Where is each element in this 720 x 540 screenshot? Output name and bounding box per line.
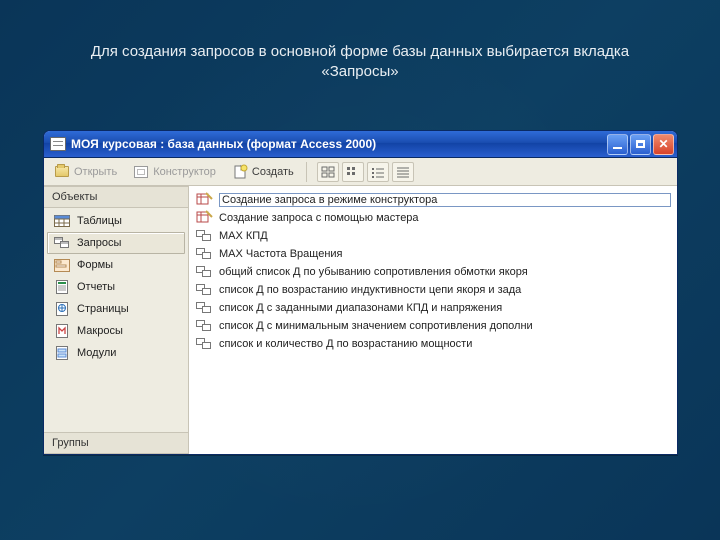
list-item[interactable]: список Д с минимальным значением сопроти… — [195, 317, 671, 335]
list-item[interactable]: MAX КПД — [195, 227, 671, 245]
list-item[interactable]: MAX Частота Вращения — [195, 245, 671, 263]
view-small-icons-button[interactable] — [342, 162, 364, 182]
sidebar-item-label: Страницы — [77, 303, 129, 315]
list-item-label: MAX КПД — [219, 230, 671, 242]
page-icon — [54, 302, 70, 316]
view-details-button[interactable] — [392, 162, 414, 182]
query-list: Создание запроса в режиме конструктора С… — [189, 186, 677, 454]
query-item-icon — [195, 336, 213, 352]
create-label: Создать — [252, 166, 294, 178]
slide-caption: Для создания запросов в основной форме б… — [0, 0, 720, 83]
create-button[interactable]: Создать — [228, 162, 298, 182]
query-item-icon — [195, 282, 213, 298]
query-icon — [54, 236, 70, 250]
minimize-button[interactable] — [607, 134, 628, 155]
design-icon — [134, 166, 148, 178]
database-window: МОЯ курсовая : база данных (формат Acces… — [43, 130, 678, 455]
sidebar-item-label: Модули — [77, 347, 116, 359]
query-item-icon — [195, 228, 213, 244]
objects-sidebar: Объекты Таблицы Запросы Формы Отчеты — [44, 186, 189, 454]
list-item[interactable]: список и количество Д по возрастанию мощ… — [195, 335, 671, 353]
list-item-label: MAX Частота Вращения — [219, 248, 671, 260]
open-label: Открыть — [74, 166, 117, 178]
open-button: Открыть — [50, 162, 121, 182]
sidebar-item-label: Запросы — [77, 237, 121, 249]
list-item-label: список Д с минимальным значением сопроти… — [219, 320, 671, 332]
wizard-create-icon — [195, 210, 213, 226]
list-item[interactable]: список Д по возрастанию индуктивности це… — [195, 281, 671, 299]
toolbar: Открыть Конструктор Создать — [44, 158, 677, 186]
list-item-label: список Д с заданными диапазонами КПД и н… — [219, 302, 671, 314]
report-icon — [54, 280, 70, 294]
folder-open-icon — [55, 166, 69, 177]
sidebar-header-groups[interactable]: Группы — [44, 432, 188, 454]
sidebar-item-label: Макросы — [77, 325, 123, 337]
list-item[interactable]: список Д с заданными диапазонами КПД и н… — [195, 299, 671, 317]
list-item-label: Создание запроса с помощью мастера — [219, 212, 671, 224]
sidebar-item-macros[interactable]: Макросы — [47, 320, 185, 342]
list-item-label: список и количество Д по возрастанию мощ… — [219, 338, 671, 350]
sidebar-item-forms[interactable]: Формы — [47, 254, 185, 276]
macro-icon — [54, 324, 70, 338]
sidebar-item-tables[interactable]: Таблицы — [47, 210, 185, 232]
list-item-label: список Д по возрастанию индуктивности це… — [219, 284, 671, 296]
view-large-icons-button[interactable] — [317, 162, 339, 182]
design-button: Конструктор — [129, 162, 220, 182]
sidebar-item-modules[interactable]: Модули — [47, 342, 185, 364]
new-icon — [232, 164, 248, 180]
list-item-label: общий список Д по убыванию сопротивления… — [219, 266, 671, 278]
sidebar-item-queries[interactable]: Запросы — [47, 232, 185, 254]
sidebar-item-reports[interactable]: Отчеты — [47, 276, 185, 298]
toolbar-separator — [306, 162, 307, 182]
list-item[interactable]: Создание запроса с помощью мастера — [195, 209, 671, 227]
sidebar-item-label: Отчеты — [77, 281, 115, 293]
window-title: МОЯ курсовая : база данных (формат Acces… — [71, 137, 607, 151]
wizard-create-icon — [195, 192, 213, 208]
design-label: Конструктор — [153, 166, 216, 178]
maximize-button[interactable] — [630, 134, 651, 155]
sidebar-item-pages[interactable]: Страницы — [47, 298, 185, 320]
form-icon — [54, 258, 70, 272]
sidebar-item-label: Формы — [77, 259, 113, 271]
module-icon — [54, 346, 70, 360]
sidebar-header-objects[interactable]: Объекты — [44, 186, 188, 208]
table-icon — [54, 214, 70, 228]
query-item-icon — [195, 246, 213, 262]
titlebar[interactable]: МОЯ курсовая : база данных (формат Acces… — [44, 131, 677, 158]
query-item-icon — [195, 264, 213, 280]
list-item[interactable]: Создание запроса в режиме конструктора — [195, 191, 671, 209]
sidebar-item-label: Таблицы — [77, 215, 122, 227]
query-item-icon — [195, 300, 213, 316]
view-list-button[interactable] — [367, 162, 389, 182]
close-button[interactable]: ✕ — [653, 134, 674, 155]
list-item[interactable]: общий список Д по убыванию сопротивления… — [195, 263, 671, 281]
list-item-label: Создание запроса в режиме конструктора — [219, 193, 671, 207]
query-item-icon — [195, 318, 213, 334]
app-icon — [50, 137, 66, 151]
